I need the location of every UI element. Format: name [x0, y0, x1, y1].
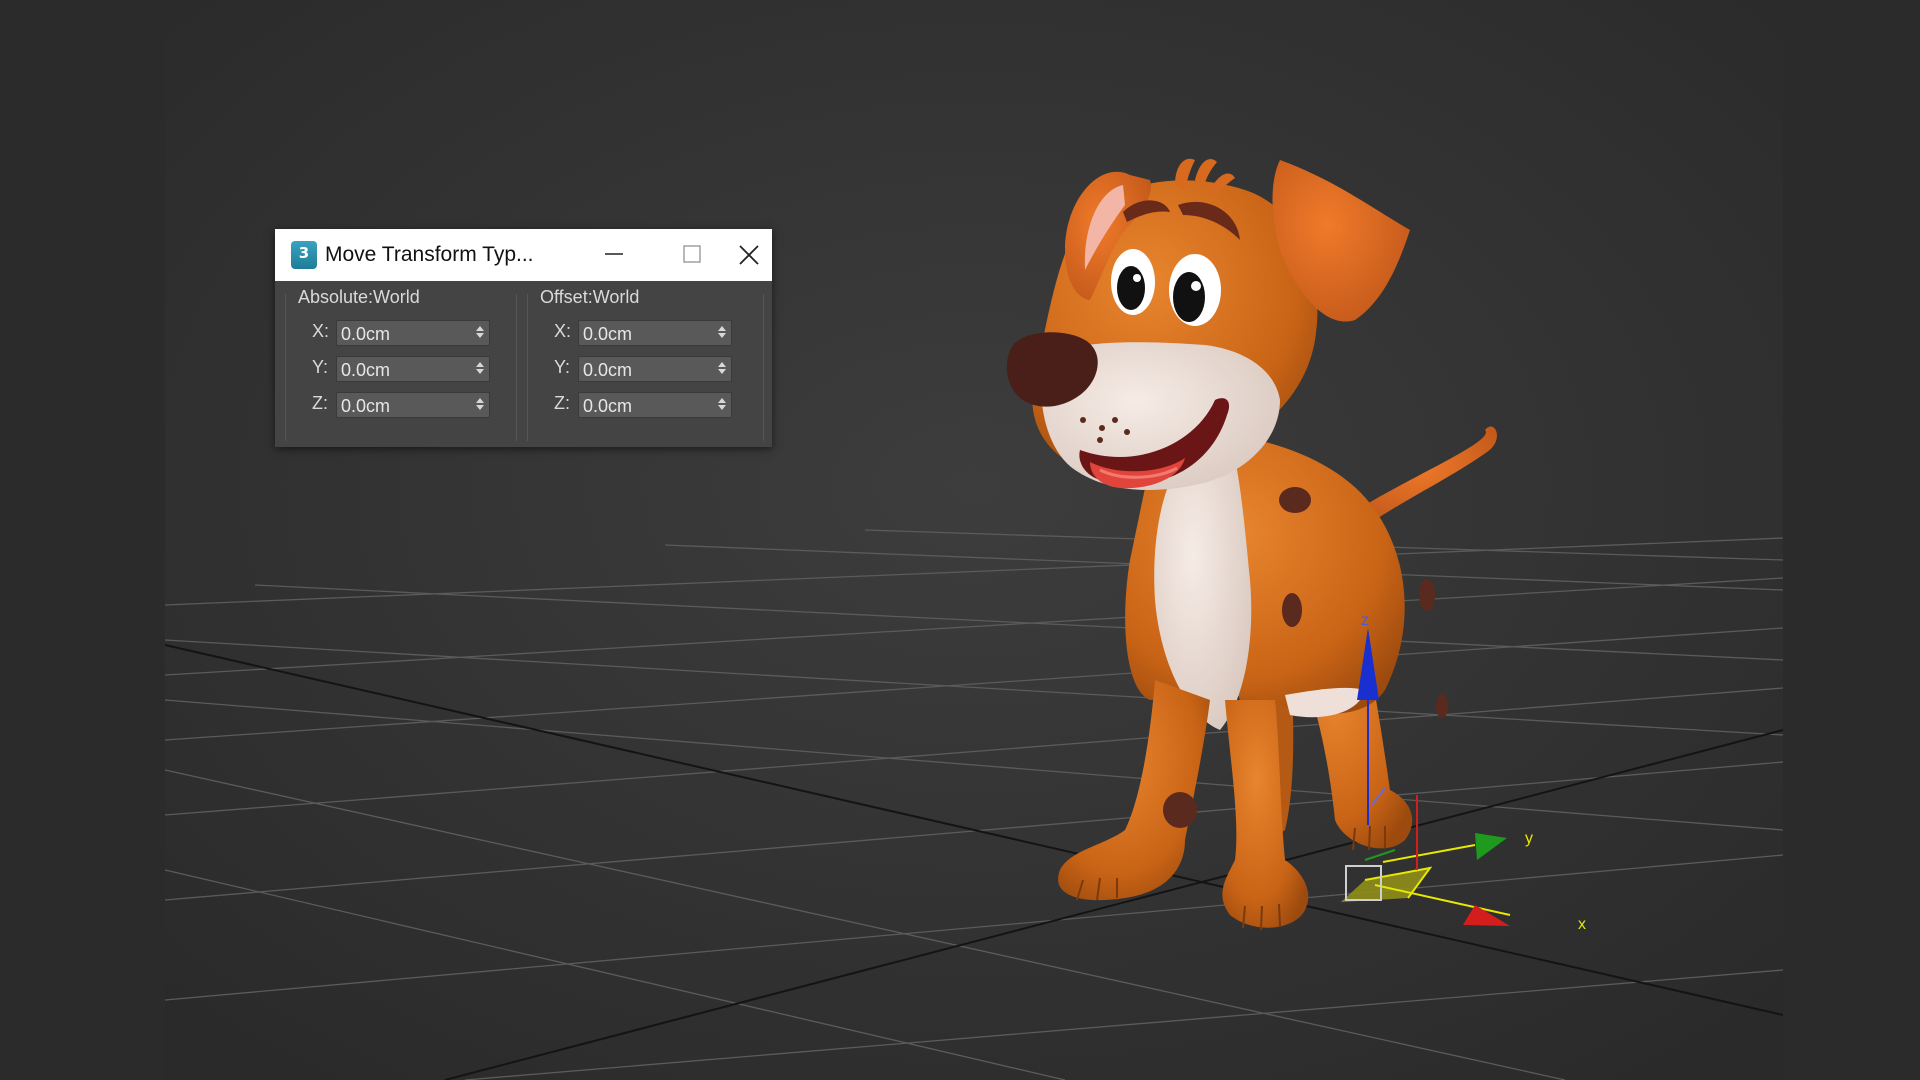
- viewport-background: [165, 0, 1783, 1080]
- absolute-world-title: Absolute:World: [296, 287, 422, 308]
- absolute-x-label: X:: [312, 321, 330, 341]
- offset-y-value[interactable]: 0.0cm: [583, 360, 632, 381]
- spinner-arrows-icon[interactable]: [475, 396, 485, 414]
- right-letterbox: [1783, 0, 1920, 1080]
- spinner-arrows-icon[interactable]: [717, 324, 727, 342]
- maximize-button[interactable]: [657, 229, 729, 281]
- offset-x-spinner[interactable]: 0.0cm: [578, 320, 732, 346]
- offset-z-label: Z:: [554, 393, 570, 413]
- dog-leg-spot: [1163, 792, 1197, 828]
- dialog-titlebar[interactable]: 3 Move Transform Typ...: [275, 229, 772, 281]
- move-transform-dialog[interactable]: 3 Move Transform Typ... Absolute:World X…: [275, 229, 772, 447]
- dialog-title: Move Transform Typ...: [325, 243, 534, 266]
- left-letterbox: [0, 0, 165, 1080]
- gizmo-z-label: z: [1361, 612, 1369, 629]
- offset-z-spinner[interactable]: 0.0cm: [578, 392, 732, 418]
- close-icon: [739, 245, 759, 265]
- minimize-icon: [605, 253, 623, 255]
- offset-x-row: X: 0.0cm: [528, 320, 763, 346]
- absolute-y-spinner[interactable]: 0.0cm: [336, 356, 490, 382]
- offset-world-group: Offset:World X: 0.0cm Y: 0.0cm Z: 0.0cm: [527, 287, 764, 441]
- 3d-viewport[interactable]: x y z: [165, 0, 1783, 1080]
- absolute-x-spinner[interactable]: 0.0cm: [336, 320, 490, 346]
- absolute-z-value[interactable]: 0.0cm: [341, 396, 390, 417]
- spinner-arrows-icon[interactable]: [717, 396, 727, 414]
- absolute-x-value[interactable]: 0.0cm: [341, 324, 390, 345]
- spinner-arrows-icon[interactable]: [475, 324, 485, 342]
- absolute-z-row: Z: 0.0cm: [286, 392, 516, 418]
- offset-y-spinner[interactable]: 0.0cm: [578, 356, 732, 382]
- spinner-arrows-icon[interactable]: [717, 360, 727, 378]
- offset-x-label: X:: [554, 321, 572, 341]
- viewport-scene: x y z: [165, 0, 1783, 1080]
- absolute-z-label: Z:: [312, 393, 328, 413]
- absolute-y-value[interactable]: 0.0cm: [341, 360, 390, 381]
- minimize-button[interactable]: [577, 229, 649, 281]
- offset-z-row: Z: 0.0cm: [528, 392, 763, 418]
- offset-x-value[interactable]: 0.0cm: [583, 324, 632, 345]
- gizmo-x-label: x: [1578, 916, 1586, 933]
- offset-z-value[interactable]: 0.0cm: [583, 396, 632, 417]
- gizmo-y-label: y: [1525, 830, 1533, 847]
- maximize-icon: [683, 245, 701, 263]
- offset-y-label: Y:: [554, 357, 571, 377]
- absolute-z-spinner[interactable]: 0.0cm: [336, 392, 490, 418]
- absolute-x-row: X: 0.0cm: [286, 320, 516, 346]
- absolute-world-group: Absolute:World X: 0.0cm Y: 0.0cm Z: 0.0c…: [285, 287, 517, 441]
- spinner-arrows-icon[interactable]: [475, 360, 485, 378]
- 3ds-max-app-icon: 3: [291, 241, 317, 269]
- close-button[interactable]: [735, 229, 772, 281]
- offset-world-title: Offset:World: [538, 287, 642, 308]
- absolute-y-label: Y:: [312, 357, 329, 377]
- absolute-y-row: Y: 0.0cm: [286, 356, 516, 382]
- offset-y-row: Y: 0.0cm: [528, 356, 763, 382]
